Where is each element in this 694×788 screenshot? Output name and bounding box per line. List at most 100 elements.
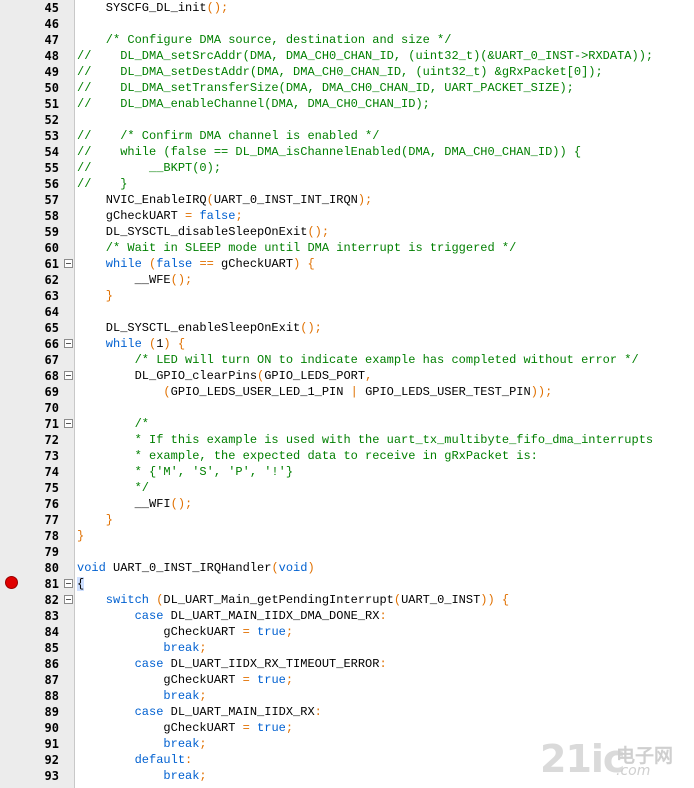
- line-number[interactable]: 92: [30, 752, 59, 768]
- code-text[interactable]: // DL_DMA_enableChannel(DMA, DMA_CH0_CHA…: [77, 96, 430, 112]
- line-number[interactable]: 76: [30, 496, 59, 512]
- code-text[interactable]: }: [77, 288, 113, 304]
- code-text[interactable]: // __BKPT(0);: [77, 160, 221, 176]
- code-line[interactable]: 58 gCheckUART = false;: [0, 208, 694, 224]
- line-number[interactable]: 84: [30, 624, 59, 640]
- code-line[interactable]: 78}: [0, 528, 694, 544]
- code-line[interactable]: 50 // DL_DMA_setTransferSize(DMA, DMA_CH0…: [0, 80, 694, 96]
- line-number[interactable]: 80: [30, 560, 59, 576]
- code-line[interactable]: 54 // while (false == DL_DMA_isChannelEna…: [0, 144, 694, 160]
- code-line[interactable]: 63 }: [0, 288, 694, 304]
- fold-toggle-icon[interactable]: [64, 579, 73, 588]
- code-text[interactable]: // DL_DMA_setTransferSize(DMA, DMA_CH0_C…: [77, 80, 574, 96]
- code-text[interactable]: gCheckUART = true;: [77, 624, 293, 640]
- code-text[interactable]: // DL_DMA_setDestAddr(DMA, DMA_CH0_CHAN_…: [77, 64, 603, 80]
- code-line[interactable]: 66 while (1) {: [0, 336, 694, 352]
- code-text[interactable]: (GPIO_LEDS_USER_LED_1_PIN | GPIO_LEDS_US…: [77, 384, 552, 400]
- line-number[interactable]: 69: [30, 384, 59, 400]
- code-line[interactable]: 87 gCheckUART = true;: [0, 672, 694, 688]
- line-number[interactable]: 55: [30, 160, 59, 176]
- code-line[interactable]: 80 void UART_0_INST_IRQHandler(void): [0, 560, 694, 576]
- line-number[interactable]: 86: [30, 656, 59, 672]
- code-text[interactable]: }: [77, 512, 113, 528]
- line-number[interactable]: 51: [30, 96, 59, 112]
- line-number[interactable]: 73: [30, 448, 59, 464]
- line-number[interactable]: 48: [30, 48, 59, 64]
- code-line[interactable]: 73 * example, the expected data to recei…: [0, 448, 694, 464]
- code-line[interactable]: 48 // DL_DMA_setSrcAddr(DMA, DMA_CH0_CHAN…: [0, 48, 694, 64]
- code-text[interactable]: while (false == gCheckUART) {: [77, 256, 315, 272]
- code-line[interactable]: 74 * {'M', 'S', 'P', '!'}: [0, 464, 694, 480]
- code-line[interactable]: 86 case DL_UART_IIDX_RX_TIMEOUT_ERROR:: [0, 656, 694, 672]
- code-text[interactable]: __WFE();: [77, 272, 193, 288]
- line-number[interactable]: 93: [30, 768, 59, 784]
- code-text[interactable]: DL_SYSCTL_disableSleepOnExit();: [77, 224, 329, 240]
- code-text[interactable]: /* Wait in SLEEP mode until DMA interrup…: [77, 240, 516, 256]
- line-number[interactable]: 49: [30, 64, 59, 80]
- line-number[interactable]: 46: [30, 16, 59, 32]
- line-number[interactable]: 82: [30, 592, 59, 608]
- code-text[interactable]: void UART_0_INST_IRQHandler(void): [77, 560, 315, 576]
- code-line[interactable]: 45 SYSCFG_DL_init();: [0, 0, 694, 16]
- code-text[interactable]: __WFI();: [77, 496, 193, 512]
- line-number[interactable]: 68: [30, 368, 59, 384]
- breakpoint-marker[interactable]: [5, 576, 18, 589]
- code-line[interactable]: 68 DL_GPIO_clearPins(GPIO_LEDS_PORT,: [0, 368, 694, 384]
- code-line[interactable]: 79: [0, 544, 694, 560]
- line-number[interactable]: 89: [30, 704, 59, 720]
- code-line[interactable]: 90 gCheckUART = true;: [0, 720, 694, 736]
- code-line[interactable]: 69 (GPIO_LEDS_USER_LED_1_PIN | GPIO_LEDS…: [0, 384, 694, 400]
- line-number[interactable]: 74: [30, 464, 59, 480]
- fold-toggle-icon[interactable]: [64, 419, 73, 428]
- line-number[interactable]: 75: [30, 480, 59, 496]
- code-line[interactable]: 49 // DL_DMA_setDestAddr(DMA, DMA_CH0_CHA…: [0, 64, 694, 80]
- code-text[interactable]: // while (false == DL_DMA_isChannelEnabl…: [77, 144, 581, 160]
- code-line[interactable]: 60 /* Wait in SLEEP mode until DMA inter…: [0, 240, 694, 256]
- code-line[interactable]: 46: [0, 16, 694, 32]
- line-number[interactable]: 67: [30, 352, 59, 368]
- line-number[interactable]: 91: [30, 736, 59, 752]
- code-line[interactable]: 84 gCheckUART = true;: [0, 624, 694, 640]
- code-line[interactable]: 52: [0, 112, 694, 128]
- line-number[interactable]: 53: [30, 128, 59, 144]
- line-number[interactable]: 88: [30, 688, 59, 704]
- line-number[interactable]: 47: [30, 32, 59, 48]
- code-text[interactable]: case DL_UART_IIDX_RX_TIMEOUT_ERROR:: [77, 656, 387, 672]
- code-line[interactable]: 61 while (false == gCheckUART) {: [0, 256, 694, 272]
- line-number[interactable]: 60: [30, 240, 59, 256]
- code-text[interactable]: * {'M', 'S', 'P', '!'}: [77, 464, 293, 480]
- line-number[interactable]: 71: [30, 416, 59, 432]
- code-line[interactable]: 55 // __BKPT(0);: [0, 160, 694, 176]
- code-line[interactable]: 56 // }: [0, 176, 694, 192]
- code-line[interactable]: 82 switch (DL_UART_Main_getPendingInterr…: [0, 592, 694, 608]
- line-number[interactable]: 81: [30, 576, 59, 592]
- code-text[interactable]: }: [77, 528, 84, 544]
- code-line[interactable]: 81 {: [0, 576, 694, 592]
- line-number[interactable]: 59: [30, 224, 59, 240]
- line-number[interactable]: 83: [30, 608, 59, 624]
- code-line[interactable]: 57 NVIC_EnableIRQ(UART_0_INST_INT_IRQN);: [0, 192, 694, 208]
- line-number[interactable]: 66: [30, 336, 59, 352]
- code-text[interactable]: // /* Confirm DMA channel is enabled */: [77, 128, 379, 144]
- code-line[interactable]: 67 /* LED will turn ON to indicate examp…: [0, 352, 694, 368]
- code-line[interactable]: 53 // /* Confirm DMA channel is enabled *…: [0, 128, 694, 144]
- line-number[interactable]: 64: [30, 304, 59, 320]
- code-text[interactable]: gCheckUART = false;: [77, 208, 243, 224]
- code-line[interactable]: 89 case DL_UART_MAIN_IIDX_RX:: [0, 704, 694, 720]
- code-text[interactable]: break;: [77, 768, 206, 784]
- code-text[interactable]: break;: [77, 736, 206, 752]
- code-line[interactable]: 70: [0, 400, 694, 416]
- line-number[interactable]: 85: [30, 640, 59, 656]
- code-line[interactable]: 51 // DL_DMA_enableChannel(DMA, DMA_CH0_C…: [0, 96, 694, 112]
- code-line[interactable]: 88 break;: [0, 688, 694, 704]
- code-text[interactable]: */: [77, 480, 149, 496]
- code-text[interactable]: default:: [77, 752, 193, 768]
- code-text[interactable]: gCheckUART = true;: [77, 720, 293, 736]
- code-line[interactable]: 72 * If this example is used with the ua…: [0, 432, 694, 448]
- line-number[interactable]: 77: [30, 512, 59, 528]
- code-line[interactable]: 47 /* Configure DMA source, destination …: [0, 32, 694, 48]
- code-text[interactable]: gCheckUART = true;: [77, 672, 293, 688]
- code-line[interactable]: 83 case DL_UART_MAIN_IIDX_DMA_DONE_RX:: [0, 608, 694, 624]
- code-text[interactable]: case DL_UART_MAIN_IIDX_DMA_DONE_RX:: [77, 608, 387, 624]
- line-number[interactable]: 45: [30, 0, 59, 16]
